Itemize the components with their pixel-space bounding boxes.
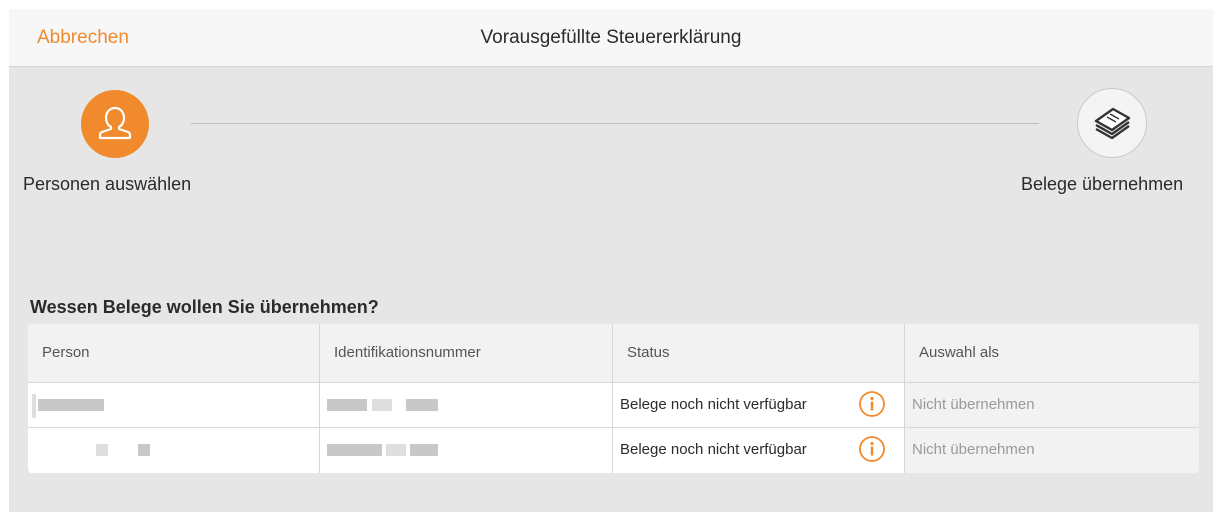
persons-table: Person Identifikationsnummer Status Ausw…	[28, 324, 1199, 473]
navigation-bar: Abbrechen Vorausgefüllte Steuererklärung	[9, 9, 1213, 67]
id-number-cell	[320, 383, 613, 427]
step-1-label: Personen auswählen	[23, 174, 192, 194]
redacted-name	[32, 394, 36, 418]
step-2-label: Belege übernehmen	[1021, 174, 1184, 194]
redacted-id	[386, 444, 406, 456]
selection-value[interactable]: Nicht übernehmen	[912, 396, 1035, 413]
documents-stack-icon	[1094, 107, 1131, 140]
redacted-name	[138, 444, 150, 456]
status-text: Belege noch nicht verfügbar	[620, 441, 807, 458]
selection-value[interactable]: Nicht übernehmen	[912, 441, 1035, 458]
column-header-status: Status	[613, 324, 905, 382]
status-cell: Belege noch nicht verfügbar	[613, 428, 905, 473]
page-title: Vorausgefüllte Steuererklärung	[480, 27, 742, 48]
column-header-id-number: Identifikationsnummer	[320, 324, 613, 382]
table-row: Belege noch nicht verfügbar Nicht überne…	[28, 383, 1199, 428]
redacted-id	[406, 399, 438, 411]
person-icon	[98, 106, 132, 140]
status-text: Belege noch nicht verfügbar	[620, 396, 807, 413]
status-cell: Belege noch nicht verfügbar	[613, 383, 905, 427]
table-header: Person Identifikationsnummer Status Ausw…	[28, 324, 1199, 383]
info-icon[interactable]	[858, 435, 886, 463]
redacted-id	[327, 399, 367, 411]
section-title: Wessen Belege wollen Sie übernehmen?	[30, 297, 379, 317]
redacted-id	[372, 399, 392, 411]
step-2-documents[interactable]	[1077, 88, 1147, 158]
redacted-name	[38, 399, 104, 411]
table-row: Belege noch nicht verfügbar Nicht überne…	[28, 428, 1199, 473]
id-number-cell	[320, 428, 613, 473]
info-icon[interactable]	[858, 390, 886, 418]
main-content: Personen auswählen Belege übernehmen Wes…	[9, 67, 1213, 512]
redacted-name	[96, 444, 108, 456]
column-header-selection: Auswahl als	[919, 344, 1000, 361]
redacted-id	[410, 444, 438, 456]
person-cell	[28, 428, 320, 473]
redacted-id	[327, 444, 382, 456]
person-cell	[28, 383, 320, 427]
step-1-person-select[interactable]	[81, 90, 149, 158]
stepper-connector-line	[191, 123, 1039, 124]
selection-cell[interactable]: Nicht übernehmen	[905, 428, 1199, 473]
selection-cell[interactable]: Nicht übernehmen	[905, 383, 1199, 427]
column-header-person: Person	[28, 324, 320, 382]
